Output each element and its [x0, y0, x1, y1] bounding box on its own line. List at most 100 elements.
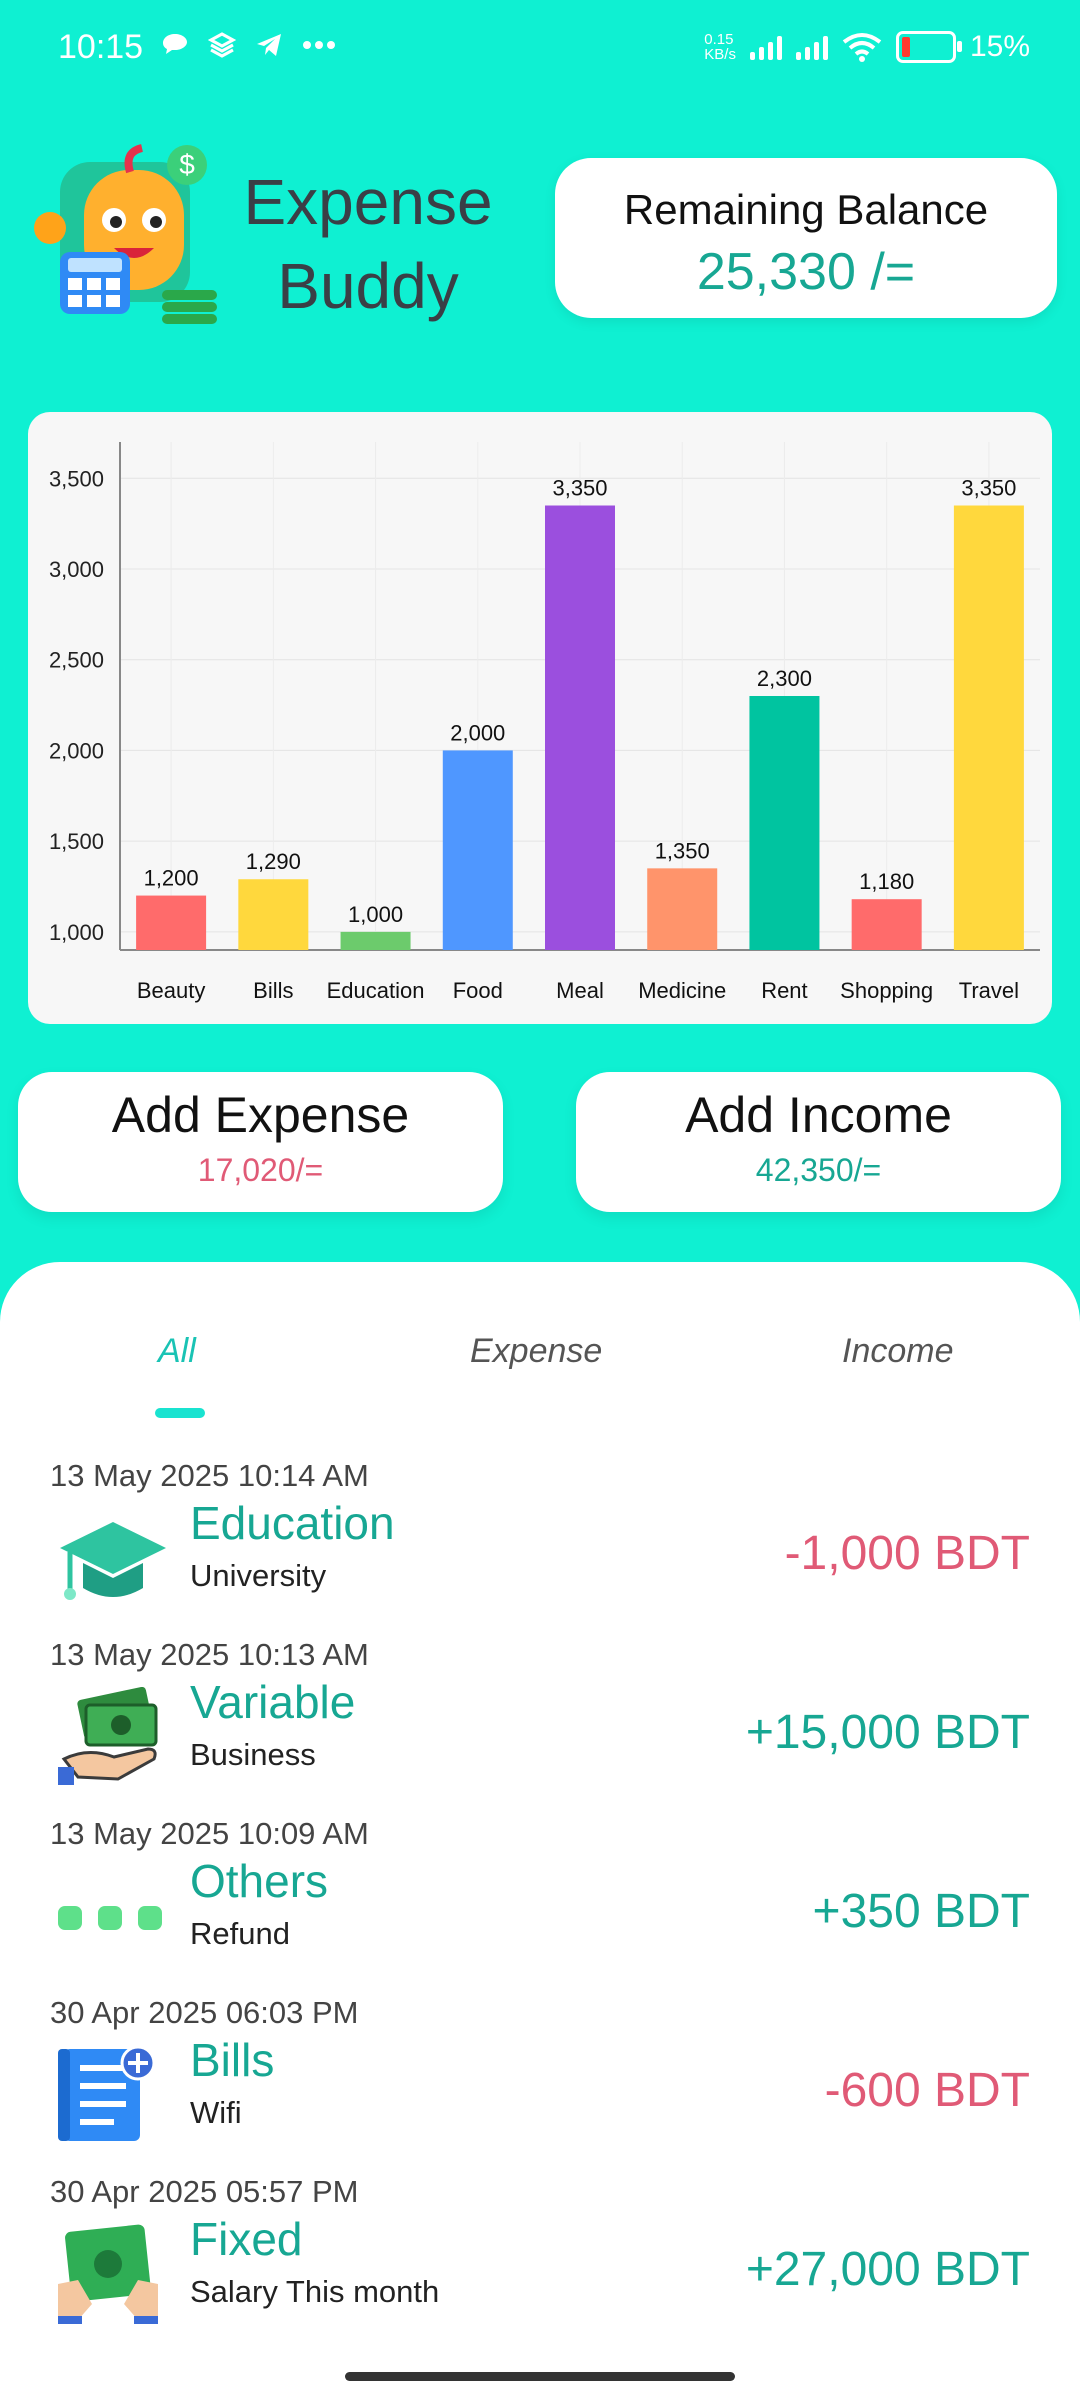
wifi-icon — [842, 33, 882, 62]
add-expense-button[interactable]: Add Expense 17,020/= — [18, 1072, 503, 1212]
bar-education — [340, 931, 411, 950]
transaction-note: Business — [190, 1737, 316, 1772]
x-tick-label: Meal — [556, 978, 604, 1003]
bar-travel — [953, 505, 1024, 950]
chat-icon — [163, 34, 187, 54]
x-tick-label: Rent — [761, 978, 807, 1003]
transaction-note: Wifi — [190, 2095, 242, 2130]
app-title-line2: Buddy — [277, 250, 459, 322]
y-tick-label: 1,000 — [49, 920, 104, 945]
tab-indicator — [155, 1408, 205, 1418]
graduation-cap-icon — [60, 1522, 166, 1600]
balance-value: 25,330 /= — [696, 243, 916, 301]
telegram-icon — [257, 34, 281, 56]
signal-2-icon — [795, 34, 828, 60]
x-tick-label: Travel — [959, 978, 1019, 1003]
tab-expense[interactable]: Expense — [470, 1332, 602, 1371]
status-time: 10:15 — [58, 28, 144, 66]
speed-unit: KB/s — [704, 46, 736, 63]
transaction-amount: +350 BDT — [812, 1885, 1030, 1938]
bar-value-label: 2,300 — [757, 666, 812, 691]
bar-value-label: 3,350 — [552, 476, 607, 501]
speed-value: 0.15 — [704, 31, 734, 48]
transaction-row[interactable]: 30 Apr 2025 06:03 PM Bills Wifi -600 BDT — [0, 1995, 1080, 2175]
bar-value-label: 1,290 — [246, 849, 301, 874]
transaction-date: 13 May 2025 10:14 AM — [50, 1458, 369, 1493]
y-tick-label: 2,500 — [49, 648, 104, 673]
expense-buddy-logo: $ — [34, 144, 217, 324]
bar-value-label: 3,350 — [961, 476, 1016, 501]
transaction-date: 30 Apr 2025 06:03 PM — [50, 1995, 359, 2030]
transaction-amount: +27,000 BDT — [745, 2243, 1030, 2296]
salary-cash-icon — [58, 2224, 158, 2324]
bar-food — [442, 750, 513, 950]
app-title-line1: Expense — [243, 166, 493, 238]
tab-all[interactable]: All — [158, 1332, 196, 1371]
app-title: Expense Buddy — [238, 160, 498, 328]
transaction-row[interactable]: 13 May 2025 10:13 AM Variable Business +… — [0, 1637, 1080, 1817]
notification-icons — [160, 30, 336, 60]
transaction-row[interactable]: 13 May 2025 10:14 AM Education Universit… — [0, 1458, 1080, 1638]
home-indicator[interactable] — [345, 2372, 735, 2381]
total-income: 42,350/= — [755, 1152, 882, 1188]
tab-income[interactable]: Income — [842, 1332, 954, 1371]
x-tick-label: Medicine — [638, 978, 726, 1003]
transaction-category: Others — [190, 1855, 329, 1907]
battery-percent: 15% — [969, 30, 1030, 63]
transaction-note: Salary This month — [190, 2274, 440, 2309]
transaction-category: Education — [190, 1497, 395, 1549]
svg-text:$: $ — [179, 149, 195, 180]
add-income-label: Add Income — [685, 1087, 952, 1143]
x-tick-label: Beauty — [137, 978, 206, 1003]
x-tick-label: Food — [453, 978, 503, 1003]
bar-medicine — [647, 868, 718, 950]
transaction-amount: +15,000 BDT — [745, 1706, 1030, 1759]
add-income-button[interactable]: Add Income 42,350/= — [576, 1072, 1061, 1212]
bar-value-label: 1,180 — [859, 869, 914, 894]
transaction-amount: -1,000 BDT — [784, 1527, 1030, 1580]
x-tick-label: Education — [327, 978, 425, 1003]
transaction-row[interactable]: 13 May 2025 10:09 AM Others Refund +350 … — [0, 1816, 1080, 1996]
bar-value-label: 1,000 — [348, 902, 403, 927]
transaction-category: Bills — [190, 2034, 275, 2086]
transaction-date: 13 May 2025 10:09 AM — [50, 1816, 369, 1851]
y-tick-label: 1,500 — [49, 829, 104, 854]
remaining-balance-card: Remaining Balance 25,330 /= — [555, 158, 1057, 318]
battery-icon — [895, 31, 962, 63]
filter-tabs: All Expense Income — [0, 1332, 1080, 1392]
network-speed: 0.15 KB/s — [704, 32, 736, 62]
transaction-amount: -600 BDT — [824, 2064, 1030, 2117]
cash-hand-icon — [58, 1687, 158, 1785]
bar-value-label: 1,200 — [144, 866, 199, 891]
layers-icon — [208, 32, 236, 58]
transactions-sheet: All Expense Income 13 May 2025 10:14 AM … — [0, 1262, 1080, 2400]
bar-rent — [749, 696, 820, 950]
more-dots-icon — [58, 1906, 162, 1930]
status-bar: 10:15 0.15 KB/s 15% — [0, 0, 1080, 100]
bar-shopping — [851, 899, 922, 950]
transaction-date: 13 May 2025 10:13 AM — [50, 1637, 369, 1672]
bar-value-label: 1,350 — [655, 838, 710, 863]
receipt-icon — [58, 2045, 156, 2141]
y-tick-label: 3,500 — [49, 466, 104, 491]
transaction-note: Refund — [190, 1916, 290, 1951]
y-tick-label: 3,000 — [49, 557, 104, 582]
bar-beauty — [136, 895, 207, 950]
x-tick-label: Shopping — [840, 978, 933, 1003]
bar-value-label: 2,000 — [450, 720, 505, 745]
transaction-row[interactable]: 30 Apr 2025 05:57 PM Fixed Salary This m… — [0, 2174, 1080, 2354]
bar-meal — [545, 505, 615, 950]
transaction-date: 30 Apr 2025 05:57 PM — [50, 2174, 359, 2209]
transaction-category: Fixed — [190, 2213, 303, 2265]
bar-chart: 1,000 1,500 2,000 2,500 3,000 3,500 1,200 Beaut… — [49, 442, 1040, 1003]
y-tick-label: 2,000 — [49, 738, 104, 763]
transaction-note: University — [190, 1558, 327, 1593]
balance-label: Remaining Balance — [623, 186, 989, 233]
signal-1-icon — [749, 34, 782, 60]
add-expense-label: Add Expense — [111, 1087, 410, 1143]
more-icon — [303, 41, 335, 49]
x-tick-label: Bills — [253, 978, 293, 1003]
expense-chart: 1,000 1,500 2,000 2,500 3,000 3,500 1,200 Beaut… — [28, 412, 1052, 1024]
bar-bills — [238, 879, 309, 950]
transaction-category: Variable — [190, 1676, 356, 1728]
